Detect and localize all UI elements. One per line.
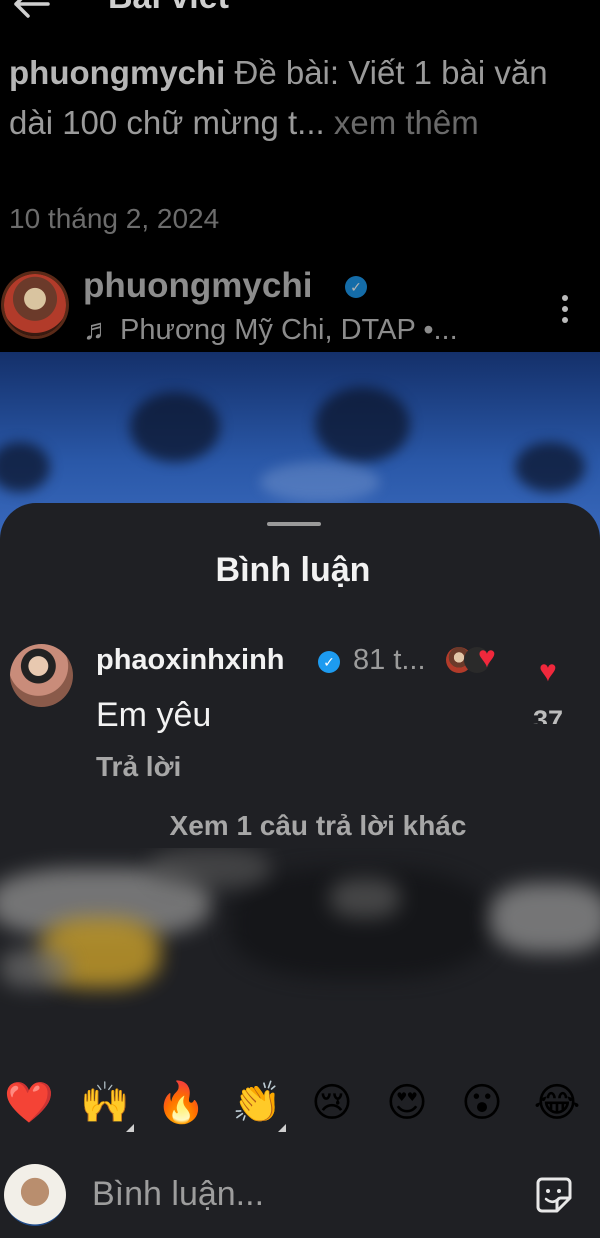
creator-liked-indicator: ♥ [446, 641, 510, 675]
post-author-avatar[interactable] [4, 274, 66, 336]
quick-emoji-bar: ❤️ 🙌 🔥 👏 😢 😍 😮 😂 [0, 1078, 600, 1138]
comments-sheet: Bình luận phaoxinhxinh ✓ 81 t... ♥ Em yê… [0, 503, 600, 1238]
comment-input[interactable] [90, 1168, 514, 1220]
back-arrow-icon[interactable] [10, 0, 54, 26]
like-count: 37 [533, 705, 564, 724]
caption-author[interactable]: phuongmychi [9, 54, 225, 91]
sticker-icon[interactable] [535, 1176, 573, 1214]
raising-hands-emoji-button[interactable]: 🙌 [80, 1078, 134, 1132]
post-header: phuongmychi ✓ ♬ Phương Mỹ Chi, DTAP •... [0, 262, 600, 352]
tears-of-joy-emoji-button[interactable]: 😂 [532, 1078, 582, 1128]
raising-hands-emoji: 🙌 [80, 1080, 130, 1126]
post-caption: phuongmychi Đề bài: Viết 1 bài văn dài 1… [9, 48, 584, 148]
heart-eyes-emoji-button[interactable]: 😍 [382, 1078, 432, 1128]
top-bar: Bài viết [0, 0, 600, 32]
post-date: 10 tháng 2, 2024 [9, 203, 220, 234]
post-username[interactable]: phuongmychi [83, 266, 312, 306]
crying-face-emoji-button[interactable]: 😢 [307, 1078, 357, 1128]
blurred-comment-area [0, 848, 600, 1048]
face-open-mouth-emoji-button[interactable]: 😮 [457, 1078, 507, 1128]
clapping-hands-emoji-button[interactable]: 👏 [232, 1078, 286, 1132]
post-music-info[interactable]: ♬ Phương Mỹ Chi, DTAP •... [83, 314, 458, 347]
skin-tone-indicator [126, 1124, 134, 1132]
like-heart-icon[interactable]: ♥ [539, 657, 569, 687]
comment-item: phaoxinhxinh ✓ 81 t... ♥ Em yêu Trả lời … [0, 639, 600, 789]
verified-badge-icon: ✓ [345, 276, 367, 298]
current-user-avatar [4, 1164, 66, 1226]
comment-text: Em yêu [96, 696, 212, 734]
comment-composer [0, 1158, 600, 1238]
sheet-title: Bình luận [215, 551, 371, 589]
see-more-link[interactable]: xem thêm [334, 104, 479, 141]
verified-badge-icon: ✓ [318, 651, 340, 673]
more-options-icon[interactable] [553, 292, 577, 326]
view-more-replies[interactable]: Xem 1 câu trả lời khác [0, 810, 600, 842]
commenter-avatar[interactable] [10, 644, 73, 707]
heart-icon: ♥ [478, 641, 496, 674]
fire-emoji-button[interactable]: 🔥 [156, 1078, 206, 1128]
commenter-username[interactable]: phaoxinhxinh [96, 644, 285, 677]
red-heart-emoji-button[interactable]: ❤️ [4, 1078, 54, 1128]
drag-handle[interactable] [267, 522, 321, 526]
clapping-hands-emoji: 👏 [232, 1080, 282, 1126]
comment-timestamp: 81 t... [353, 644, 426, 676]
page-title: Bài viết [108, 0, 229, 17]
page: Bài viết phuongmychi Đề bài: Viết 1 bài … [0, 0, 600, 1238]
skin-tone-indicator [278, 1124, 286, 1132]
reply-button[interactable]: Trả lời [96, 751, 181, 783]
